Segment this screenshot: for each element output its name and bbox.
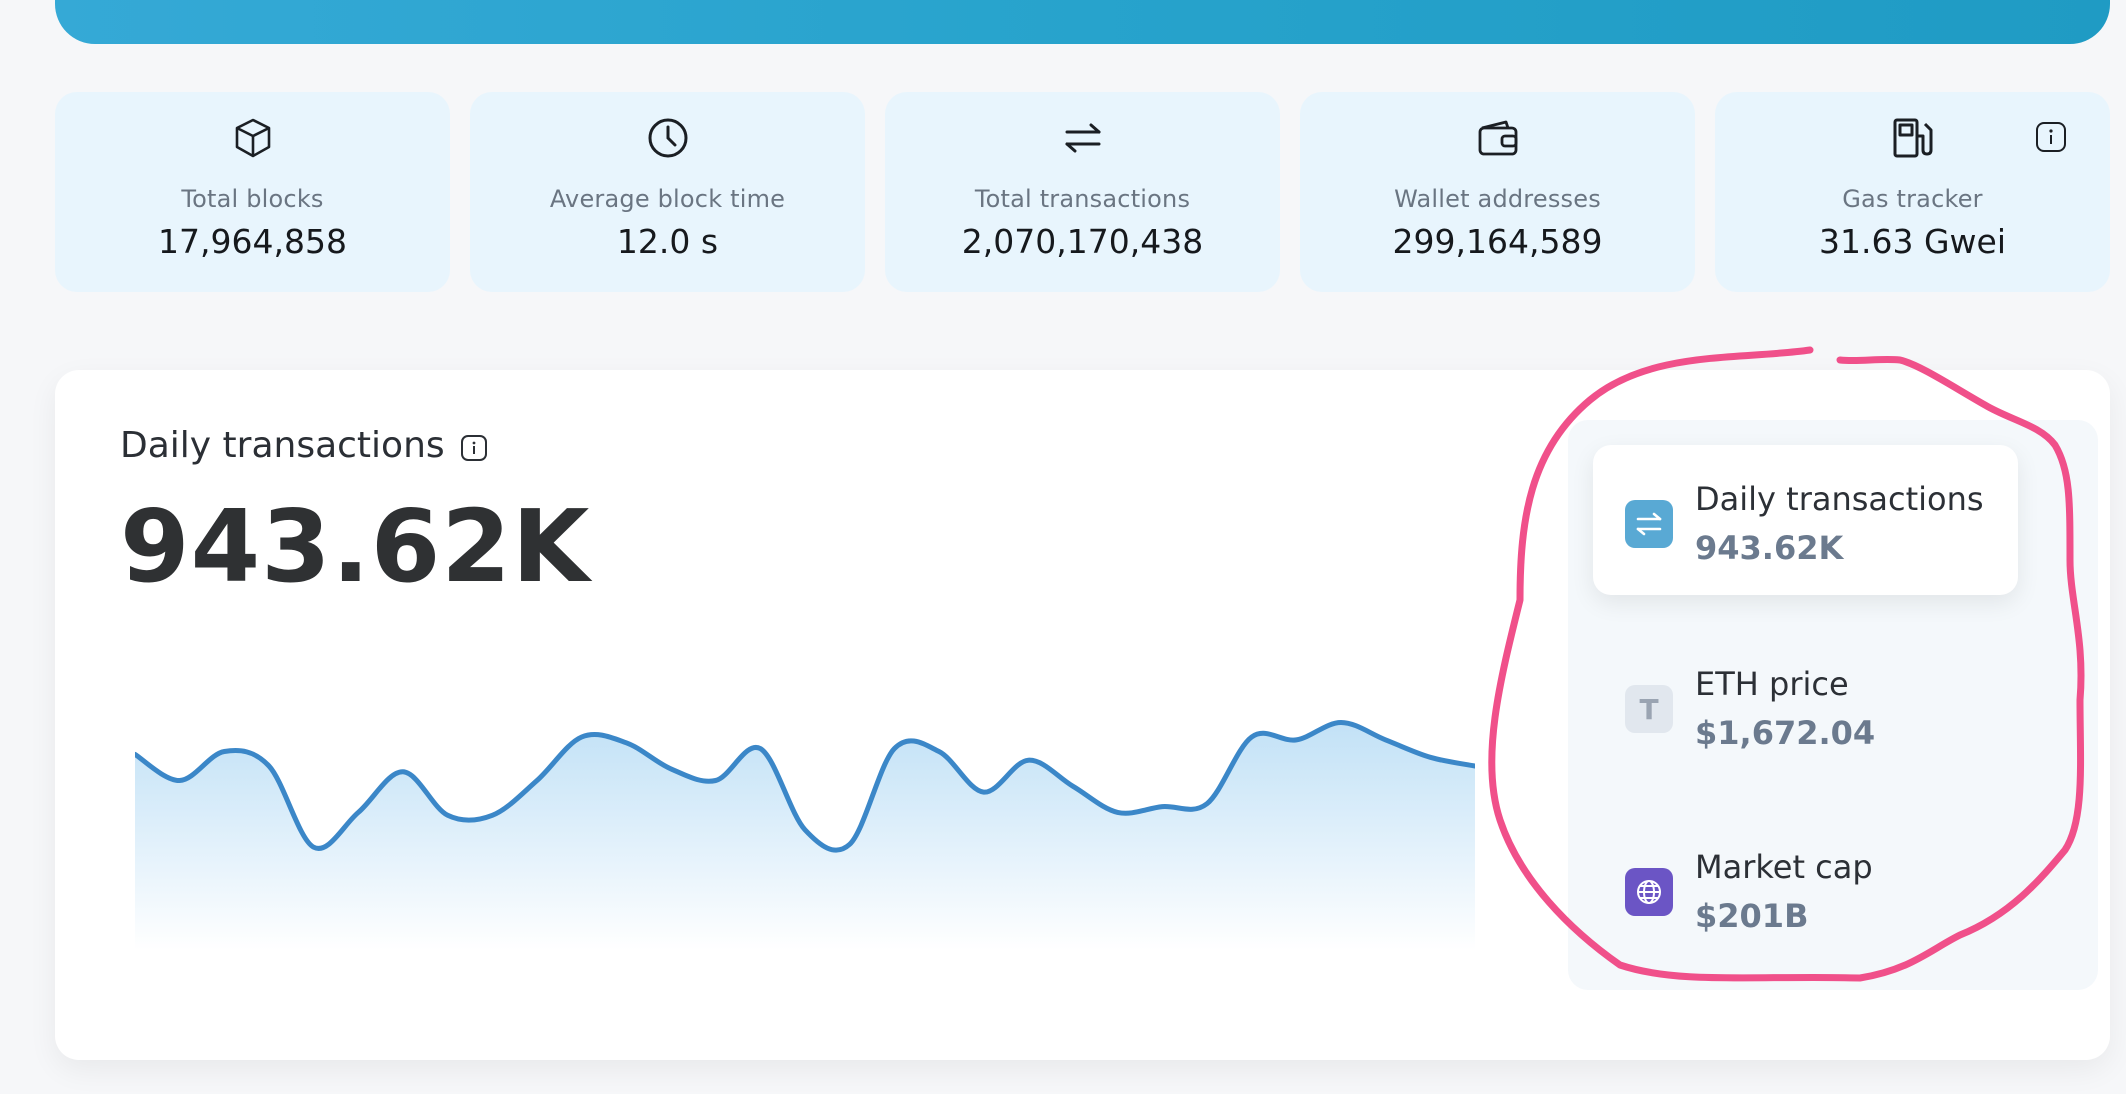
gas-pump-icon	[1889, 114, 1937, 162]
globe-icon	[1625, 868, 1673, 916]
chart-point	[400, 769, 406, 775]
stat-card-total-transactions: Total transactions 2,070,170,438	[885, 92, 1280, 292]
chart-point	[623, 740, 629, 746]
chart-point	[1204, 801, 1210, 807]
chart-point	[1025, 757, 1031, 763]
stat-card-wallet-addresses: Wallet addresses 299,164,589	[1300, 92, 1695, 292]
chart-point	[534, 778, 540, 784]
chart-point	[1293, 737, 1299, 743]
eth-t-letter: T	[1639, 692, 1659, 726]
chart-point	[847, 841, 853, 847]
chart-point	[713, 778, 719, 784]
stat-value: 299,164,589	[1392, 222, 1603, 261]
chart-point	[668, 766, 674, 772]
chart-point	[1249, 734, 1255, 740]
stat-value: 2,070,170,438	[961, 222, 1204, 261]
chart-point	[177, 778, 183, 784]
chart-point	[891, 746, 897, 752]
side-item-value: $1,672.04	[1695, 714, 1876, 752]
stat-card-total-blocks: Total blocks 17,964,858	[55, 92, 450, 292]
chart-point	[936, 749, 942, 755]
side-item-value: $201B	[1695, 897, 1809, 935]
chart-point	[355, 809, 361, 815]
stat-value: 31.63 Gwei	[1819, 222, 2006, 261]
chart-point	[1115, 809, 1121, 815]
chart-point	[579, 734, 585, 740]
stat-label: Average block time	[549, 185, 786, 213]
chart-point	[757, 746, 763, 752]
chart-point	[445, 812, 451, 818]
clock-icon	[644, 114, 692, 162]
current-value: 943.62K	[120, 488, 591, 605]
side-item-title: Daily transactions	[1695, 480, 1984, 518]
chart-point	[1383, 737, 1389, 743]
transfer-arrows-icon	[1059, 114, 1107, 162]
side-item-eth-price[interactable]: T ETH price $1,672.04	[1593, 630, 2018, 780]
stat-label: Total transactions	[974, 185, 1191, 213]
chart-point	[802, 827, 808, 833]
eth-t-icon: T	[1625, 685, 1673, 733]
stat-value: 17,964,858	[158, 222, 347, 261]
side-item-title: ETH price	[1695, 665, 1849, 703]
chart-point	[1159, 804, 1165, 810]
chart-point	[489, 812, 495, 818]
stat-label: Wallet addresses	[1394, 185, 1601, 213]
side-item-daily-transactions[interactable]: Daily transactions 943.62K	[1593, 445, 2018, 595]
stat-value: 12.0 s	[616, 222, 719, 261]
header-banner	[55, 0, 2110, 44]
chart-point	[1427, 754, 1433, 760]
chart-point	[1070, 783, 1076, 789]
daily-transactions-card: Daily transactions 943.62K Daily transac…	[55, 370, 2110, 1060]
chart-point	[311, 844, 317, 850]
chart-point	[981, 789, 987, 795]
stats-row: Total blocks 17,964,858 Average block ti…	[55, 92, 2110, 292]
cube-icon	[229, 114, 277, 162]
side-panel: Daily transactions 943.62K T ETH price $…	[1568, 420, 2098, 990]
daily-transactions-chart	[132, 640, 1478, 950]
side-item-title: Market cap	[1695, 848, 1873, 886]
info-icon[interactable]	[2034, 120, 2068, 154]
info-icon[interactable]	[459, 431, 489, 461]
chart-point	[1338, 720, 1344, 726]
stat-label: Gas tracker	[1842, 185, 1983, 213]
wallet-icon	[1474, 114, 1522, 162]
side-item-market-cap[interactable]: Market cap $201B	[1593, 813, 2018, 963]
chart-point	[266, 763, 272, 769]
stat-card-gas-tracker[interactable]: Gas tracker 31.63 Gwei	[1715, 92, 2110, 292]
chart-title-row: Daily transactions	[120, 425, 489, 466]
chart-title: Daily transactions	[120, 425, 445, 466]
stat-card-average-block-time: Average block time 12.0 s	[470, 92, 865, 292]
stat-label: Total blocks	[181, 185, 324, 213]
chart-point	[221, 749, 227, 755]
side-item-value: 943.62K	[1695, 529, 1844, 567]
transfer-arrows-icon	[1625, 500, 1673, 548]
